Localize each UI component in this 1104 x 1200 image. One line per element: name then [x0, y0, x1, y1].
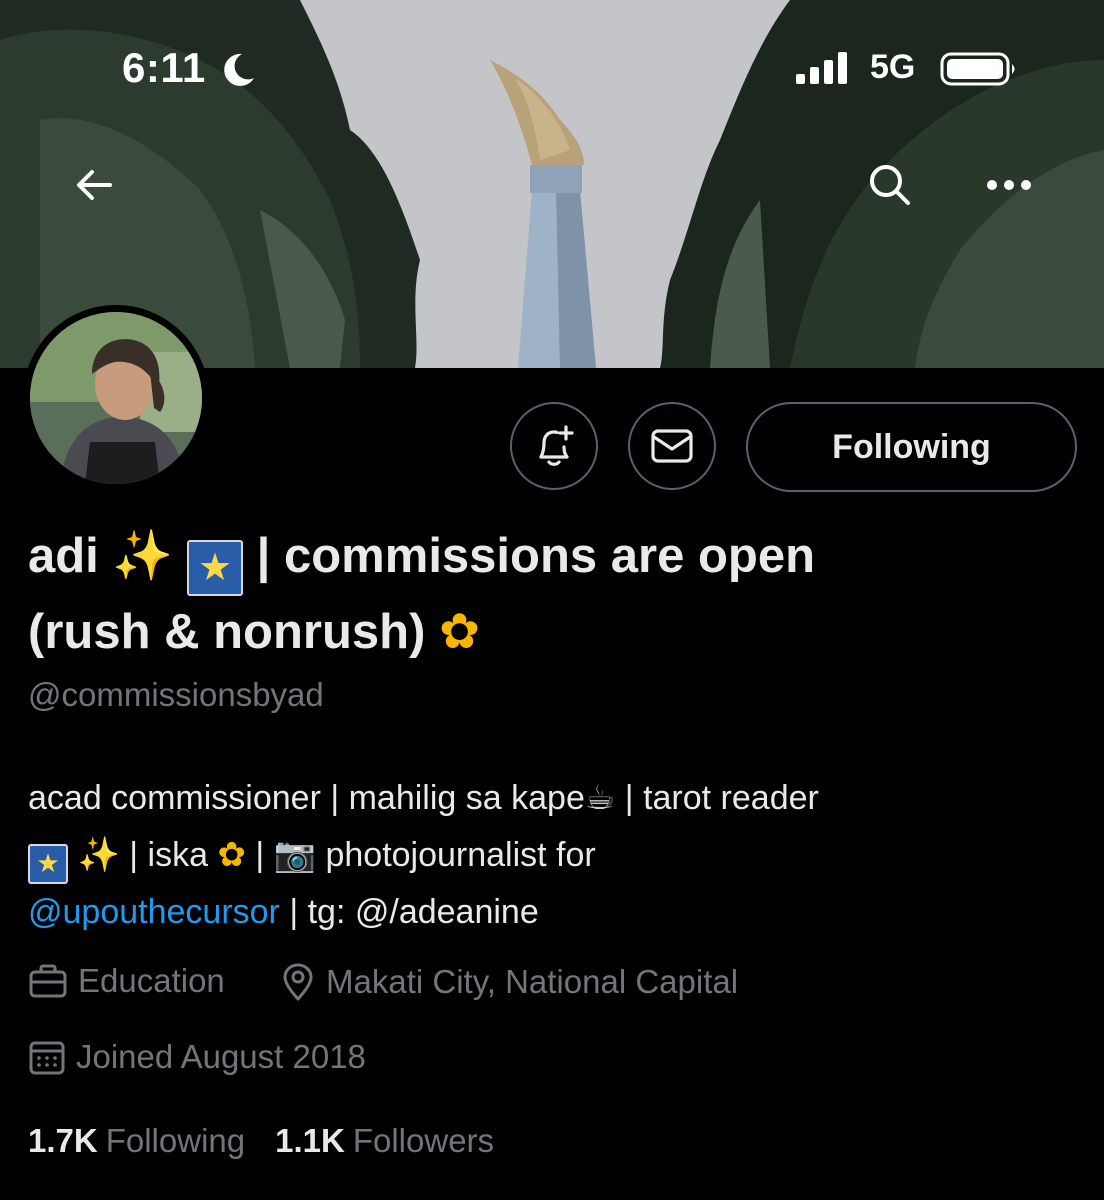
back-button[interactable]	[59, 150, 129, 220]
sparkles-icon: ✨	[112, 527, 174, 584]
star-icon: ★	[28, 844, 68, 884]
envelope-icon	[651, 429, 693, 463]
name-text-2: | commissions are open	[243, 529, 816, 583]
bio-text-5: photojournalist for	[316, 836, 596, 874]
sunflower-icon: ✿	[217, 835, 246, 875]
sparkles-icon: ✨	[77, 835, 120, 875]
following-label: Following	[105, 1122, 246, 1159]
following-stat[interactable]: 1.7K Following	[28, 1122, 245, 1160]
following-count: 1.7K	[28, 1122, 98, 1159]
battery-icon	[940, 52, 1015, 86]
category-text: Education	[78, 962, 225, 999]
profile-location: Makati City, National Capital	[280, 962, 738, 1002]
joined-text: Joined August 2018	[76, 1038, 366, 1075]
bio-text-4: |	[245, 836, 274, 874]
bell-plus-icon	[539, 425, 574, 466]
sunflower-icon: ✿	[439, 603, 481, 660]
arrow-left-icon	[77, 170, 112, 200]
profile-category: Education	[28, 962, 225, 1000]
followers-label: Followers	[352, 1122, 495, 1159]
star-icon: ★	[187, 540, 244, 596]
calendar-icon	[29, 1041, 65, 1075]
avatar[interactable]	[23, 305, 209, 491]
profile-bio: acad commissioner | mahilig sa kape☕ | t…	[28, 770, 1088, 941]
search-button[interactable]	[855, 150, 925, 220]
bio-text-2: | tarot reader	[615, 779, 819, 817]
follow-stats: 1.7K Following 1.1K Followers	[28, 1122, 494, 1160]
status-bar: 6:11 5G	[0, 0, 1104, 130]
search-icon	[870, 165, 910, 205]
moon-icon	[224, 53, 254, 86]
display-name: adi ✨ ★ | commissions are open (rush & n…	[28, 520, 1088, 668]
signal-icon	[796, 52, 847, 84]
name-text-3: (rush & nonrush)	[28, 605, 426, 659]
notifications-button[interactable]	[510, 402, 598, 490]
username-handle: @commissionsbyad	[28, 676, 324, 713]
bio-text-3: | iska	[119, 836, 208, 874]
briefcase-icon	[29, 964, 67, 998]
more-button[interactable]	[974, 150, 1044, 220]
status-time: 6:11	[122, 44, 206, 91]
followers-stat[interactable]: 1.1K Followers	[275, 1122, 494, 1160]
bio-text-6: | tg: @/adeanine	[279, 893, 539, 931]
name-text: adi	[28, 529, 113, 583]
bio-text-1: acad commissioner | mahilig sa kape	[28, 779, 585, 817]
location-text: Makati City, National Capital	[326, 963, 739, 1000]
network-type: 5G	[870, 48, 916, 86]
following-button[interactable]: Following	[746, 402, 1077, 492]
location-pin-icon	[283, 963, 313, 1001]
avatar-photo	[30, 312, 202, 484]
camera-icon: 📷	[273, 835, 317, 875]
mention-link[interactable]: @upouthecursor	[28, 893, 280, 931]
followers-count: 1.1K	[275, 1122, 345, 1159]
message-button[interactable]	[628, 402, 716, 490]
profile-joined-date: Joined August 2018	[28, 1038, 366, 1076]
coffee-icon: ☕	[584, 778, 616, 818]
more-horizontal-icon	[987, 180, 1031, 190]
